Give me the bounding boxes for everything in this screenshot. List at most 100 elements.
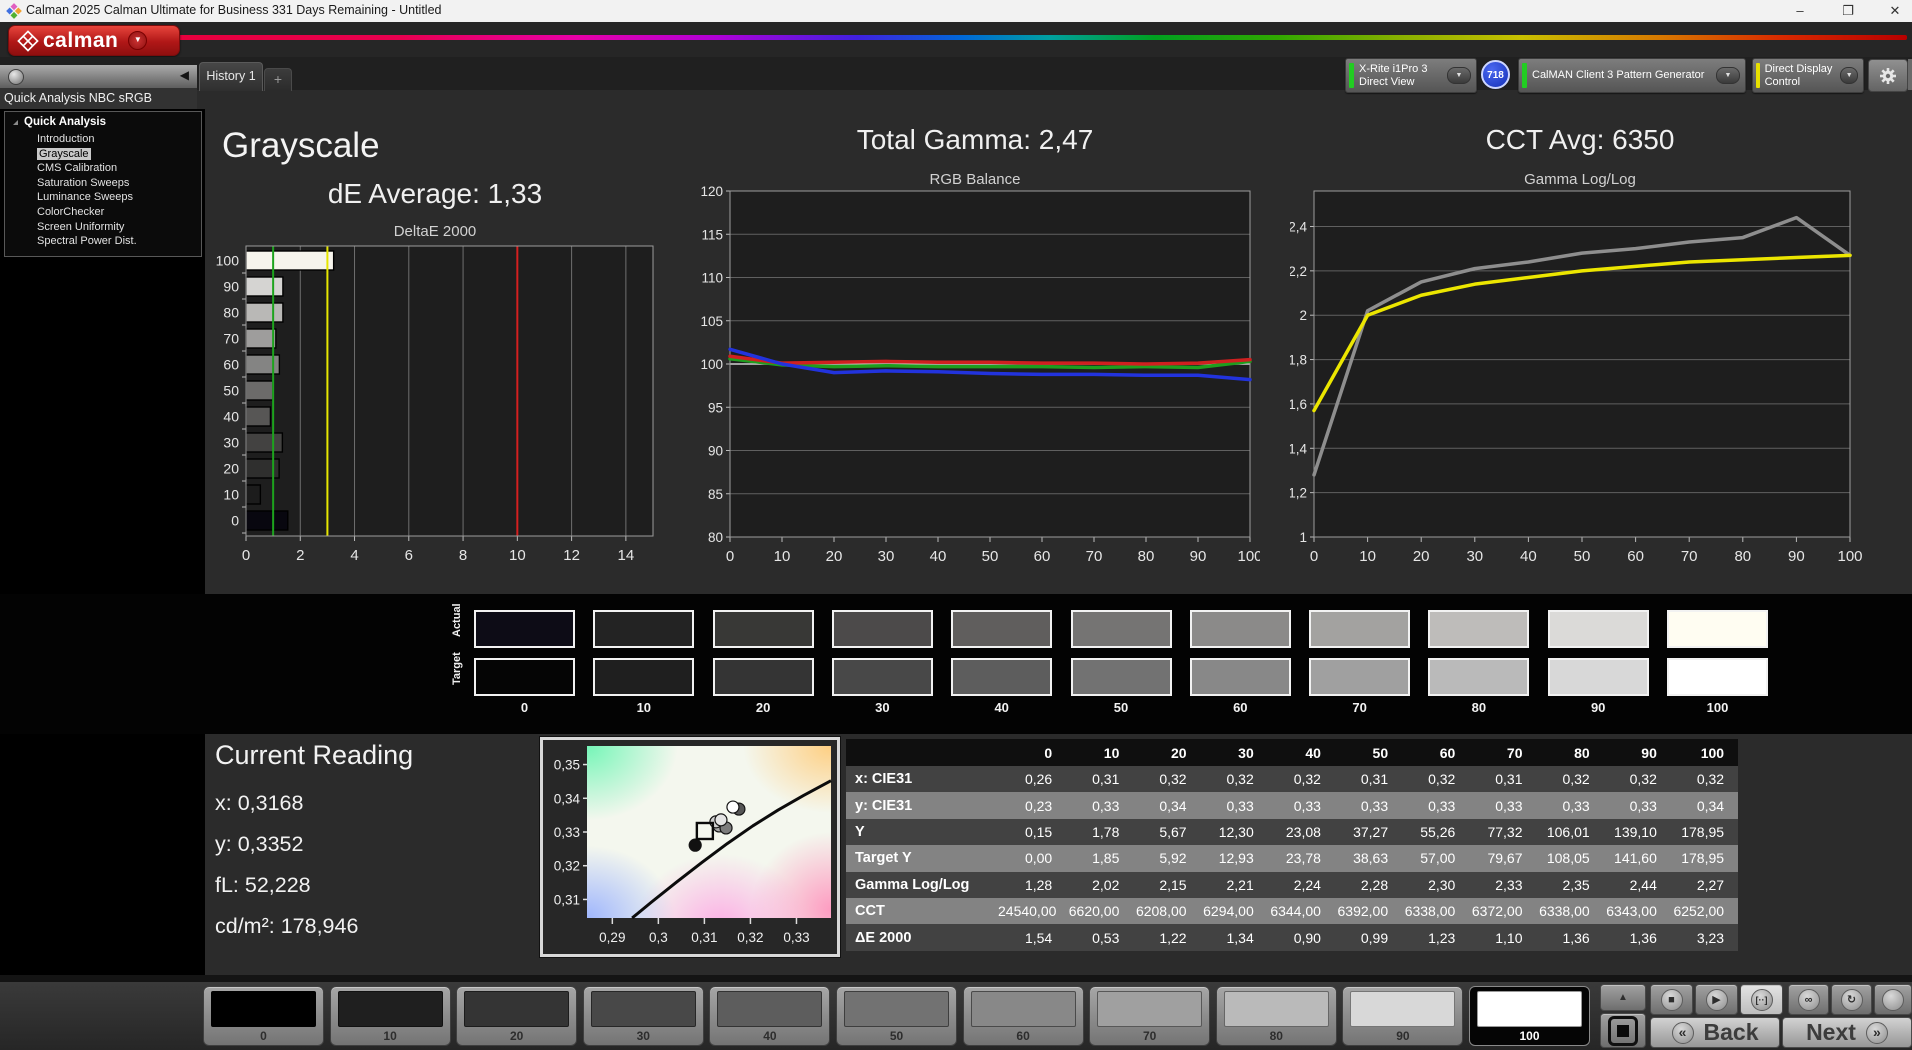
chevron-down-icon: ▼: [1840, 67, 1858, 84]
meter-mode: Direct View: [1359, 76, 1427, 89]
sidebar-item-grayscale[interactable]: Grayscale: [37, 147, 201, 162]
deltae-bar-90: [246, 277, 283, 296]
next-chevrons-icon: »: [1866, 1022, 1888, 1044]
meter-count-badge[interactable]: 718: [1481, 60, 1510, 89]
pattern-button-70[interactable]: 70: [1089, 986, 1210, 1046]
radio-indicator-icon[interactable]: [8, 69, 24, 85]
stop-button[interactable]: ■: [1650, 984, 1693, 1015]
svg-text:50: 50: [982, 548, 999, 565]
expander-icon[interactable]: [13, 120, 18, 125]
pattern-button-40[interactable]: 40: [709, 986, 830, 1046]
sidebar-item-introduction[interactable]: Introduction: [37, 132, 201, 147]
sidebar-item-cms-calibration[interactable]: CMS Calibration: [37, 161, 201, 176]
display-control-dropdown[interactable]: Direct Display Control ▼: [1752, 58, 1864, 93]
sidebar-item-luminance-sweeps[interactable]: Luminance Sweeps: [37, 190, 201, 205]
blank-circle-icon: [1882, 989, 1904, 1011]
minimize-button[interactable]: –: [1783, 0, 1817, 22]
next-button[interactable]: Next »: [1782, 1017, 1912, 1048]
svg-text:100: 100: [216, 253, 240, 269]
sidebar-item-screen-uniformity[interactable]: Screen Uniformity: [37, 220, 201, 235]
back-button[interactable]: « Back: [1650, 1017, 1780, 1048]
continuous-read-button[interactable]: ∞: [1788, 984, 1829, 1015]
sync-icon: ↻: [1841, 989, 1863, 1011]
strip-target-label: Target: [451, 671, 463, 685]
svg-text:100: 100: [1237, 548, 1260, 565]
swatch-level-label: 70: [1309, 700, 1410, 715]
window-title: Calman 2025 Calman Ultimate for Business…: [26, 3, 441, 17]
tree-root-quick-analysis[interactable]: Quick Analysis: [13, 116, 106, 128]
reading-cd: cd/m²: 178,946: [215, 906, 413, 947]
pattern-window-toggle-button[interactable]: [··]: [1740, 984, 1783, 1015]
calman-logo-text: calman: [43, 29, 118, 53]
swatch-level-label: 40: [951, 700, 1052, 715]
chevron-down-icon: ▼: [1716, 67, 1740, 84]
deltae-bar-50: [246, 381, 273, 400]
back-label: Back: [1704, 1019, 1759, 1046]
deltae-bar-70: [246, 329, 276, 348]
measurement-point: [715, 814, 727, 826]
svg-text:1,4: 1,4: [1290, 441, 1307, 456]
pattern-window-up-button[interactable]: ▲: [1600, 984, 1646, 1011]
deltae-2000-bar-chart: 024681012141009080706050403020100: [210, 240, 660, 570]
pattern-swatch: [844, 991, 949, 1027]
svg-text:2,4: 2,4: [1290, 219, 1307, 234]
pattern-level-label: 100: [1470, 1029, 1589, 1043]
pattern-swatch: [717, 991, 822, 1027]
svg-text:110: 110: [701, 271, 723, 286]
pattern-level-label: 90: [1343, 1029, 1462, 1043]
pattern-button-100[interactable]: 100: [1469, 986, 1590, 1046]
reading-x: x: 0,3168: [215, 783, 413, 824]
svg-text:85: 85: [708, 487, 723, 502]
svg-text:40: 40: [930, 548, 947, 565]
close-button[interactable]: ✕: [1878, 0, 1912, 22]
swatch-level-label: 90: [1548, 700, 1649, 715]
sidebar-collapse-icon[interactable]: ◀: [180, 68, 189, 82]
settings-button[interactable]: [1868, 59, 1908, 92]
tab-history-1[interactable]: History 1: [199, 62, 263, 91]
sync-button[interactable]: ↻: [1831, 984, 1872, 1015]
source-status-bar: [1522, 63, 1527, 88]
cie-plot-overlay: 0,350,340,330,320,310,290,30,310,320,33: [543, 740, 837, 954]
pattern-button-80[interactable]: 80: [1216, 986, 1337, 1046]
pattern-button-90[interactable]: 90: [1342, 986, 1463, 1046]
swatch-level-label: 0: [474, 700, 575, 715]
swatch-level-label: 30: [832, 700, 933, 715]
table-row: x: CIE310,260,310,320,320,320,310,320,31…: [846, 766, 1738, 792]
play-button[interactable]: ▶: [1695, 984, 1738, 1015]
pattern-button-20[interactable]: 20: [456, 986, 577, 1046]
infinity-icon: ∞: [1798, 989, 1820, 1011]
sidebar-item-colorchecker[interactable]: ColorChecker: [37, 205, 201, 220]
reading-y: y: 0,3352: [215, 824, 413, 865]
read-button[interactable]: [1874, 984, 1912, 1015]
pattern-swatch: [1350, 991, 1455, 1027]
svg-text:2,2: 2,2: [1290, 264, 1307, 279]
swatch-level-label: 60: [1190, 700, 1291, 715]
app-icon: [6, 3, 22, 19]
sidebar-item-spectral-power-dist-[interactable]: Spectral Power Dist.: [37, 234, 201, 249]
svg-text:0: 0: [242, 547, 250, 564]
actual-swatch-60: [1190, 610, 1291, 648]
pattern-button-60[interactable]: 60: [963, 986, 1084, 1046]
title-bar: Calman 2025 Calman Ultimate for Business…: [0, 0, 1912, 22]
sidebar-item-saturation-sweeps[interactable]: Saturation Sweeps: [37, 176, 201, 191]
next-label: Next: [1806, 1019, 1856, 1046]
toolbar-collapse-button[interactable]: [1908, 59, 1912, 90]
svg-text:10: 10: [1359, 548, 1376, 565]
actual-swatch-0: [474, 610, 575, 648]
calman-menu-button[interactable]: calman ▼: [8, 25, 180, 56]
add-tab-button[interactable]: +: [264, 68, 292, 91]
actual-swatch-30: [832, 610, 933, 648]
source-dropdown[interactable]: CalMAN Client 3 Pattern Generator ▼: [1518, 58, 1746, 93]
deltae-bar-80: [246, 303, 283, 322]
svg-text:10: 10: [509, 547, 526, 564]
pattern-window-frame-icon: [1608, 1016, 1638, 1046]
restore-button[interactable]: ❐: [1831, 0, 1865, 22]
svg-text:20: 20: [826, 548, 843, 565]
pattern-button-30[interactable]: 30: [583, 986, 704, 1046]
pattern-button-50[interactable]: 50: [836, 986, 957, 1046]
meter-dropdown[interactable]: X-Rite i1Pro 3 Direct View ▼: [1345, 58, 1477, 93]
svg-text:115: 115: [701, 227, 723, 242]
pattern-button-10[interactable]: 10: [330, 986, 451, 1046]
pattern-button-0[interactable]: 0: [203, 986, 324, 1046]
pattern-window-button[interactable]: [1600, 1013, 1646, 1048]
